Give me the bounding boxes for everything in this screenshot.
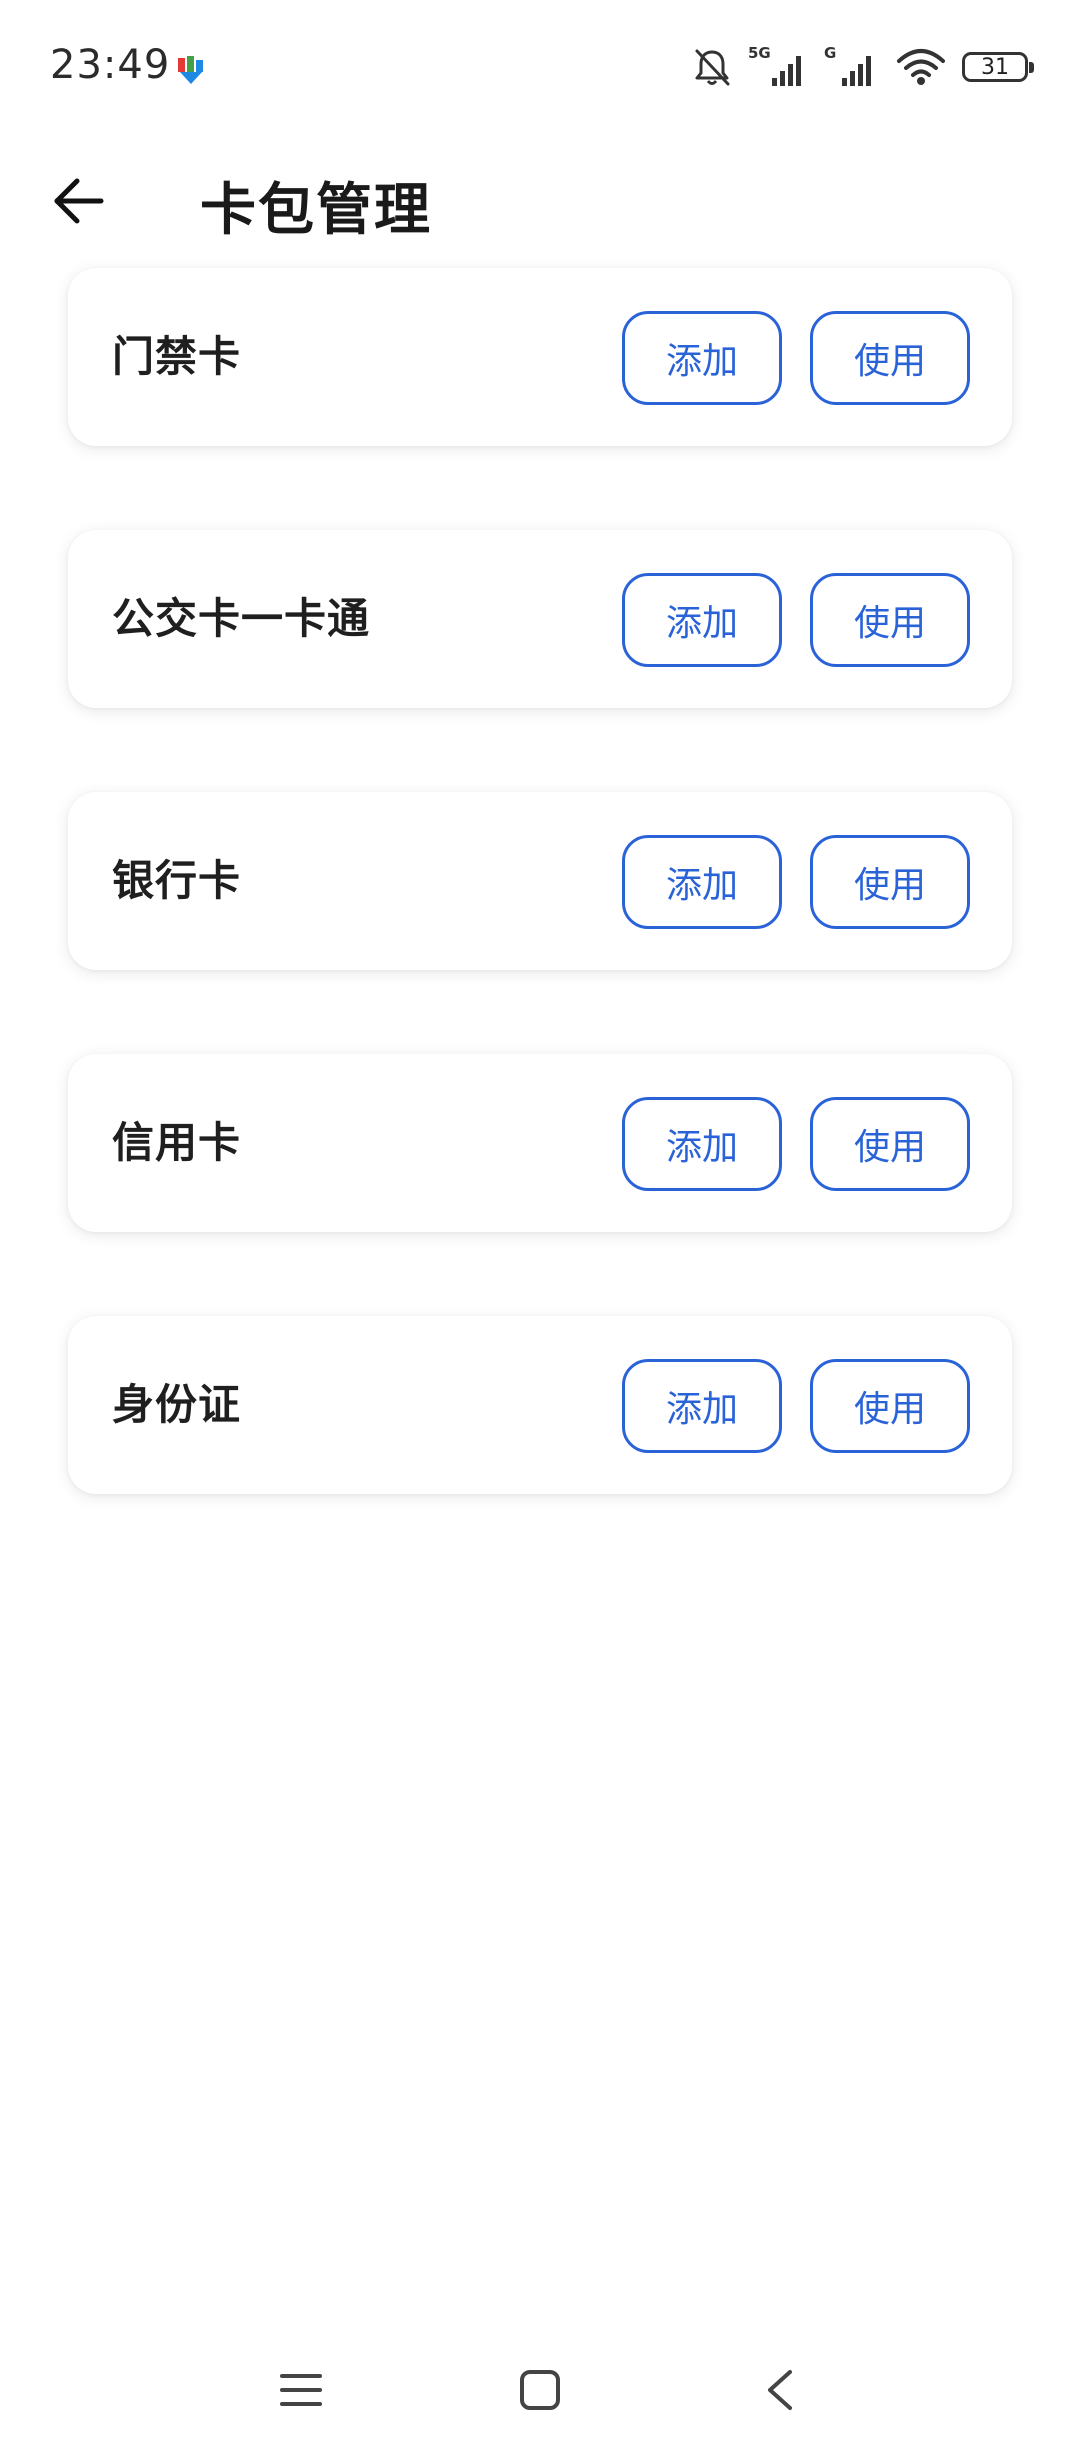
add-button[interactable]: 添加 xyxy=(622,1359,782,1453)
add-button[interactable]: 添加 xyxy=(622,835,782,929)
network-5g-label: 5G xyxy=(748,44,771,62)
card-item-bank-card: 银行卡 添加 使用 xyxy=(68,792,1012,970)
use-button[interactable]: 使用 xyxy=(810,1097,970,1191)
card-label: 身份证 xyxy=(112,1380,242,1429)
arrow-left-icon xyxy=(54,178,104,224)
status-icons: 5G G 31 xyxy=(692,42,1034,92)
signal-5g-icon: 5G xyxy=(748,44,801,86)
back-chevron-icon xyxy=(768,2370,792,2410)
notification-app-icon xyxy=(178,56,203,84)
home-button[interactable] xyxy=(505,2362,575,2418)
add-button[interactable]: 添加 xyxy=(622,1097,782,1191)
card-item-id-card: 身份证 添加 使用 xyxy=(68,1316,1012,1494)
mute-bell-icon xyxy=(695,49,730,86)
card-actions: 添加 使用 xyxy=(622,1097,970,1191)
card-list: 门禁卡 添加 使用 公交卡一卡通 添加 使用 银行卡 添加 使用 信用卡 添加 xyxy=(68,268,1012,1578)
use-button[interactable]: 使用 xyxy=(810,573,970,667)
card-label: 信用卡 xyxy=(112,1118,242,1167)
card-actions: 添加 使用 xyxy=(622,1359,970,1453)
use-button[interactable]: 使用 xyxy=(810,1359,970,1453)
network-g-label: G xyxy=(824,44,836,62)
card-item-access-card: 门禁卡 添加 使用 xyxy=(68,268,1012,446)
system-back-button[interactable] xyxy=(745,2362,815,2418)
card-label: 银行卡 xyxy=(112,856,242,905)
battery-level: 31 xyxy=(981,54,1009,80)
card-label: 门禁卡 xyxy=(112,332,242,381)
use-button[interactable]: 使用 xyxy=(810,311,970,405)
card-actions: 添加 使用 xyxy=(622,573,970,667)
home-icon xyxy=(520,2370,560,2410)
add-button[interactable]: 添加 xyxy=(622,573,782,667)
back-button[interactable] xyxy=(44,166,114,236)
card-actions: 添加 使用 xyxy=(622,835,970,929)
card-item-transit-card: 公交卡一卡通 添加 使用 xyxy=(68,530,1012,708)
menu-icon xyxy=(280,2374,322,2406)
use-button[interactable]: 使用 xyxy=(810,835,970,929)
card-label: 公交卡一卡通 xyxy=(112,594,371,643)
page-title: 卡包管理 xyxy=(200,178,432,243)
card-actions: 添加 使用 xyxy=(622,311,970,405)
status-time: 23:49 xyxy=(50,42,171,88)
wifi-icon xyxy=(897,49,945,85)
add-button[interactable]: 添加 xyxy=(622,311,782,405)
system-nav-bar xyxy=(0,2320,1080,2460)
card-item-credit-card: 信用卡 添加 使用 xyxy=(68,1054,1012,1232)
app-header: 卡包管理 xyxy=(0,140,1080,280)
recent-apps-button[interactable] xyxy=(266,2362,336,2418)
status-bar: 23:49 5G G 31 xyxy=(0,0,1080,140)
signal-g-icon: G xyxy=(824,44,871,86)
card-wallet-screen: 23:49 5G G 31 卡包管理 门禁卡 添加 使用 公交卡一卡通 添加 使… xyxy=(0,0,1080,2460)
battery-icon: 31 xyxy=(962,52,1034,82)
